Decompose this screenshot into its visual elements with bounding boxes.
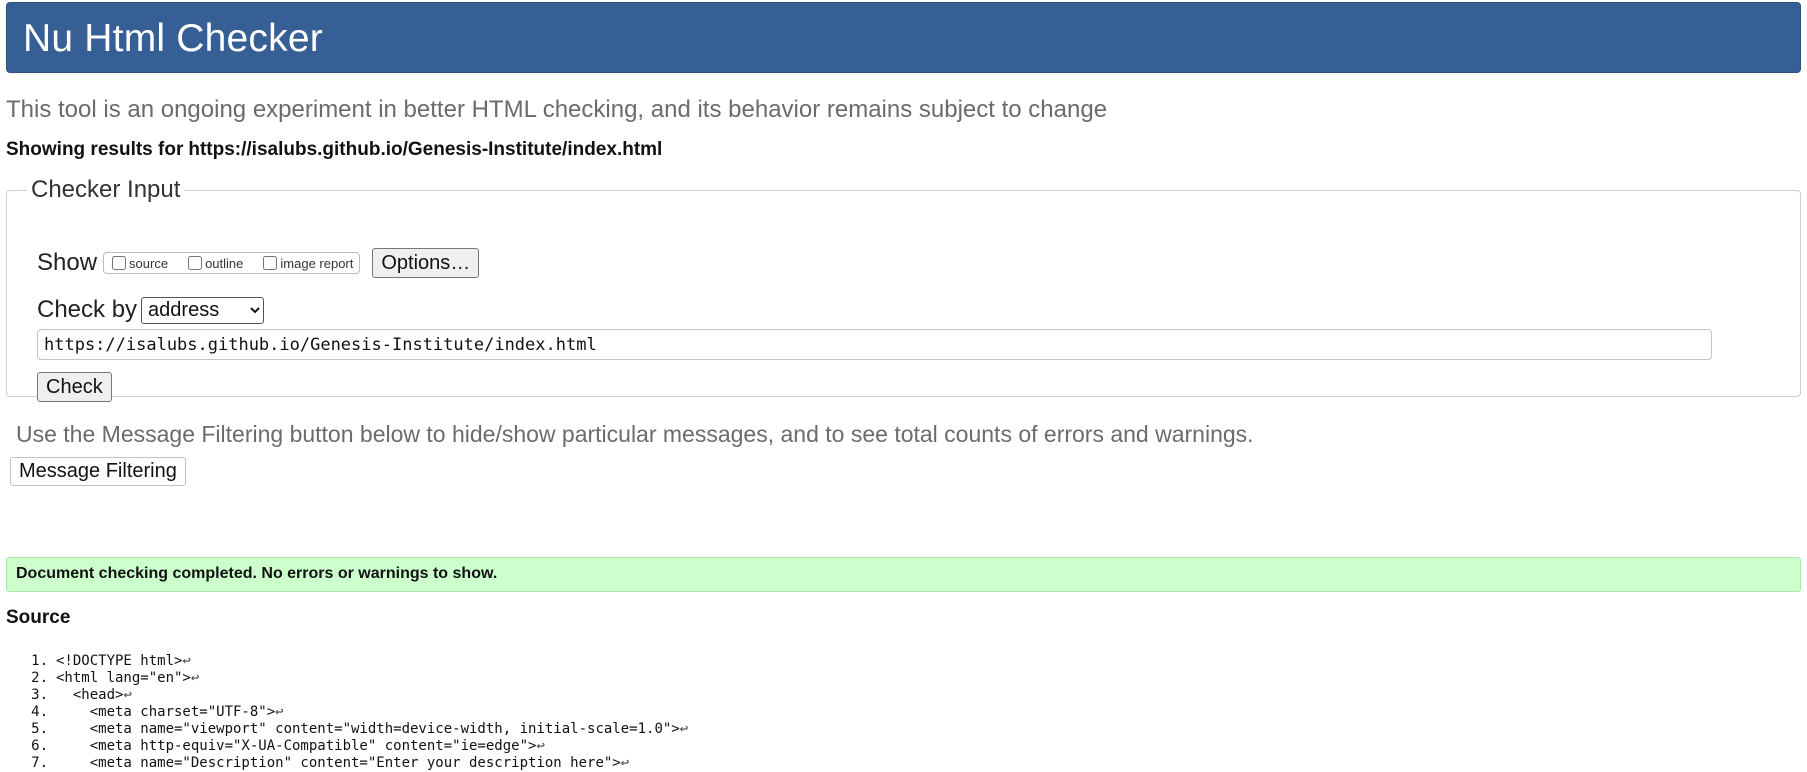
success-status-message: Document checking completed. No errors o… <box>6 557 1801 592</box>
header-banner: Nu Html Checker <box>6 2 1801 73</box>
line-code: <meta name="Description" content="Enter … <box>56 755 621 771</box>
message-filtering-info: Use the Message Filtering button below t… <box>16 421 1254 447</box>
results-url-link[interactable]: https://isalubs.github.io/Genesis-Instit… <box>188 139 662 160</box>
check-by-label: Check by <box>37 296 138 323</box>
line-number: 1. <box>31 653 48 669</box>
source-line: 7. <meta name="Description" content="Ent… <box>26 755 688 772</box>
image-report-checkbox[interactable] <box>263 256 278 270</box>
checker-input-fieldset: Checker Input Show source outline image … <box>6 176 1801 402</box>
show-options-group: source outline image report <box>103 252 361 274</box>
line-end-icon: ↩ <box>190 670 200 686</box>
source-line: 4. <meta charset="UTF-8"> ↩ <box>26 704 688 721</box>
line-code: <meta name="viewport" content="width=dev… <box>56 721 680 737</box>
source-line: 2. <html lang="en"> ↩ <box>26 670 688 687</box>
line-code: <meta http-equiv="X-UA-Compatible" conte… <box>56 738 537 754</box>
outline-checkbox[interactable] <box>188 256 203 270</box>
line-number: 6. <box>31 738 48 754</box>
intro-text: This tool is an ongoing experiment in be… <box>6 96 1108 123</box>
line-number: 7. <box>31 755 48 771</box>
page-title: Nu Html Checker <box>23 17 323 60</box>
line-code: <!DOCTYPE html> <box>56 653 183 669</box>
url-input[interactable] <box>37 329 1712 360</box>
check-by-row: Check by address <box>37 296 265 324</box>
line-number: 4. <box>31 704 48 720</box>
source-listing: 1. <!DOCTYPE html> ↩ 2. <html lang="en"> ↩ 3… <box>26 653 688 772</box>
show-option-image-report[interactable]: image report <box>255 256 353 271</box>
outline-option-label: outline <box>205 255 244 271</box>
check-by-select[interactable]: address <box>141 296 265 324</box>
source-line: 3. <head> ↩ <box>26 687 688 704</box>
check-button[interactable]: Check <box>37 372 112 402</box>
line-code: <meta charset="UTF-8"> <box>56 704 276 720</box>
show-option-outline[interactable]: outline <box>180 256 243 271</box>
source-line: 5. <meta name="viewport" content="width=… <box>26 721 688 738</box>
message-filtering-button[interactable]: Message Filtering <box>10 457 186 486</box>
line-number: 2. <box>31 670 48 686</box>
results-label: Showing results for <box>6 139 184 160</box>
line-end-icon: ↩ <box>123 687 132 703</box>
image-report-option-label: image report <box>280 255 354 271</box>
source-option-label: source <box>129 255 169 271</box>
line-end-icon: ↩ <box>182 653 191 669</box>
checker-input-legend: Checker Input <box>31 176 181 203</box>
source-heading: Source <box>6 607 71 628</box>
source-line: 1. <!DOCTYPE html> ↩ <box>26 653 688 670</box>
line-end-icon: ↩ <box>679 721 689 737</box>
source-checkbox[interactable] <box>112 256 127 270</box>
line-end-icon: ↩ <box>275 704 284 720</box>
results-line: Showing results for https://isalubs.githu… <box>6 139 662 161</box>
show-label: Show <box>37 249 98 276</box>
show-option-source[interactable]: source <box>106 256 168 271</box>
line-end-icon: ↩ <box>536 738 545 754</box>
line-end-icon: ↩ <box>620 755 630 771</box>
line-number: 3. <box>31 687 48 703</box>
show-row: Show source outline image report Options… <box>37 248 480 278</box>
options-button[interactable]: Options… <box>372 248 480 278</box>
line-number: 5. <box>31 721 48 737</box>
line-code: <head> <box>56 687 124 703</box>
source-line: 6. <meta http-equiv="X-UA-Compatible" co… <box>26 738 688 755</box>
line-code: <html lang="en"> <box>56 670 191 686</box>
